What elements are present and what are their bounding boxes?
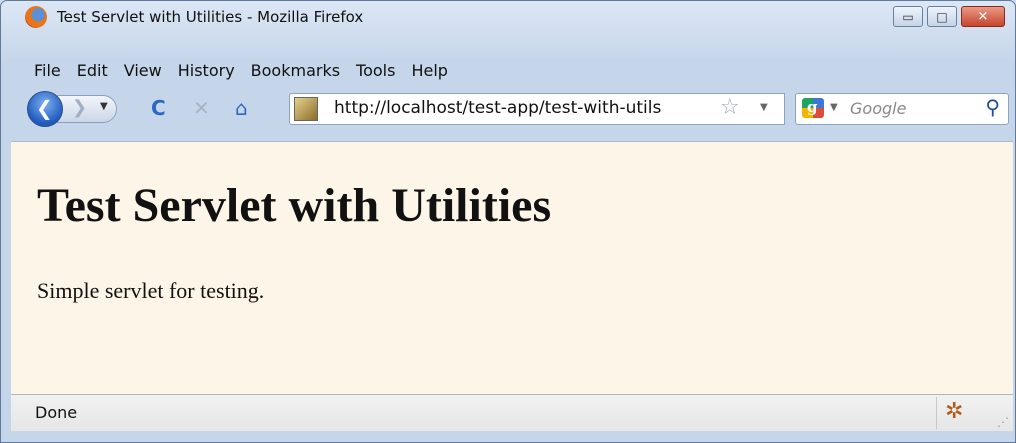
minimize-button[interactable]: ▭ [893,6,923,27]
menu-file[interactable]: File [23,59,67,83]
menu-edit[interactable]: Edit [67,59,114,83]
stop-icon[interactable]: ✕ [193,95,210,121]
page-heading: Test Servlet with Utilities [37,179,552,232]
resize-grip-icon[interactable]: ⋰ [997,415,1009,429]
home-icon[interactable]: ⌂ [235,95,248,121]
menu-tools[interactable]: Tools [346,59,401,83]
back-button[interactable]: ❮ [27,91,63,127]
reload-icon[interactable]: C [151,95,166,121]
site-favicon-icon [294,97,318,121]
close-icon: ✕ [977,9,989,24]
back-forward-group: ❯ ▼ ❮ [27,91,123,127]
firebug-icon: ✲ [945,399,964,424]
search-input[interactable]: Google [850,99,906,118]
maximize-icon: □ [936,9,948,24]
navigation-toolbar: ❯ ▼ ❮ C ✕ ⌂ http://localhost/test-app/te… [23,87,1013,131]
search-icon[interactable]: ⚲ [985,95,1000,119]
google-letter: g [807,98,818,116]
url-dropdown-icon[interactable]: ▼ [760,102,768,113]
search-bar[interactable]: g ▼ Google ⚲ [795,93,1009,125]
close-button[interactable]: ✕ [961,6,1005,27]
google-engine-icon[interactable]: g [802,98,824,118]
menu-bar: File Edit View History Bookmarks Tools H… [23,59,454,83]
page-content: Test Servlet with Utilities Simple servl… [11,141,1013,394]
search-engine-dropdown-icon[interactable]: ▼ [830,102,838,113]
forward-button[interactable]: ❯ ▼ [57,95,117,123]
title-bar: Test Servlet with Utilities - Mozilla Fi… [1,1,1015,33]
bookmark-star-icon[interactable]: ☆ [720,95,740,120]
forward-arrow-icon: ❯ [72,97,88,118]
url-text[interactable]: http://localhost/test-app/test-with-util… [334,98,661,118]
menu-bookmarks[interactable]: Bookmarks [241,59,346,83]
firefox-logo-icon [25,6,47,28]
menu-help[interactable]: Help [401,59,453,83]
window-controls: ▭ □ ✕ [893,6,1005,27]
page-paragraph: Simple servlet for testing. [37,278,265,303]
window-title: Test Servlet with Utilities - Mozilla Fi… [57,8,364,26]
back-arrow-icon: ❮ [36,96,53,120]
browser-window: Test Servlet with Utilities - Mozilla Fi… [0,0,1016,443]
address-bar[interactable]: http://localhost/test-app/test-with-util… [289,93,785,125]
menu-view[interactable]: View [114,59,168,83]
history-dropdown-icon[interactable]: ▼ [100,101,108,112]
minimize-icon: ▭ [902,9,914,24]
addon-button[interactable]: ✲ [936,397,971,429]
menu-history[interactable]: History [168,59,241,83]
maximize-button[interactable]: □ [927,6,957,27]
status-bar: Done ✲ ⋰ [11,394,1013,431]
status-text: Done [35,403,78,422]
